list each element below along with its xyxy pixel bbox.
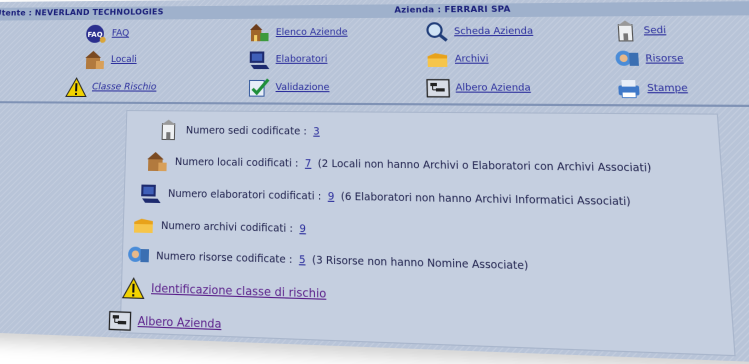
classe-rischio-link[interactable]: Identificazione classe di rischio [151,282,326,301]
summary-row-classe-rischio[interactable]: Identificazione classe di rischio [122,277,327,306]
computer-icon [248,49,271,70]
nav-item-elenco-aziende[interactable]: Elenco Aziende [248,22,348,43]
nav-menu: FAQ FAQ Elenco Aziende Scheda Azienda Se… [0,16,749,102]
summary-row-risorse: Numero risorse codificate : 5 (3 Risorse… [127,244,529,277]
nav-item-archivi[interactable]: Archivi [425,49,489,70]
folder-icon [425,49,449,70]
user-label: Utente : NEVERLAND TECHNOLOGIES [0,7,164,17]
nav-label: Albero Azienda [455,83,530,94]
nav-item-elaboratori[interactable]: Elaboratori [248,49,328,70]
company-label: Azienda : FERRARI SPA [394,4,510,14]
nav-label: Archivi [455,54,489,65]
separator [0,101,749,107]
building-icon [612,20,638,42]
magnifier-icon [425,22,449,43]
elaboratori-count-link[interactable]: 9 [328,190,335,202]
risorse-count-link[interactable]: 5 [299,254,306,266]
printer-icon [616,78,643,100]
sedi-count-link[interactable]: 3 [313,125,319,137]
svg-text:FAQ: FAQ [87,31,102,39]
summary-row-elaboratori: Numero elaboratori codificati : 9 (6 Ela… [139,182,631,213]
archivi-count-link[interactable]: 9 [299,223,306,235]
nav-item-faq[interactable]: FAQ FAQ [85,24,130,44]
nav-label: Sedi [643,26,666,37]
tree-icon [108,309,132,332]
nav-label: FAQ [112,29,130,39]
nav-item-classe-rischio[interactable]: Classe Rischio [65,77,157,98]
albero-azienda-link[interactable]: Albero Azienda [138,315,222,331]
nav-label: Scheda Azienda [454,26,533,37]
nav-label: Validazione [276,83,330,94]
check-icon [247,77,270,98]
summary-label: Numero elaboratori codificati : [168,188,321,203]
summary-panel: Numero sedi codificate : 3 Numero locali… [120,110,736,356]
summary-label: Numero archivi codificati : [161,220,293,235]
tree-icon [426,78,451,99]
nav-item-sedi[interactable]: Sedi [612,20,666,42]
summary-label: Numero locali codificati : [175,156,299,169]
nav-item-scheda-azienda[interactable]: Scheda Azienda [425,21,534,43]
locali-count-link[interactable]: 7 [305,158,311,170]
faq-icon: FAQ [85,24,107,44]
summary-row-archivi: Numero archivi codificati : 9 [132,214,306,240]
nav-label: Elaboratori [276,54,328,64]
room-icon [84,50,106,70]
nav-label: Stampe [647,83,688,94]
nav-item-albero-azienda[interactable]: Albero Azienda [426,78,531,100]
people-icon [614,48,640,70]
people-icon [127,244,150,266]
nav-item-locali[interactable]: Locali [84,50,137,70]
folder-icon [132,214,155,236]
nav-label: Elenco Aziende [276,27,348,38]
summary-note: (2 Locali non hanno Archivi o Elaborator… [318,158,652,175]
warning-icon [65,77,88,97]
companies-icon [248,23,271,44]
summary-label: Numero risorse codificate : [156,250,292,266]
summary-row-locali: Numero locali codificati : 7 (2 Locali n… [146,151,652,180]
main-panel: Utente : NEVERLAND TECHNOLOGIES Azienda … [0,0,749,364]
nav-label: Risorse [645,54,684,65]
nav-item-stampe[interactable]: Stampe [616,78,689,100]
summary-label: Numero sedi codificate : [186,124,307,137]
nav-item-validazione[interactable]: Validazione [247,77,329,98]
summary-note: (3 Risorse non hanno Nomine Associate) [312,254,529,272]
nav-label: Locali [111,55,137,65]
nav-item-risorse[interactable]: Risorse [614,48,684,70]
summary-note: (6 Elaboratori non hanno Archivi Informa… [341,191,631,208]
nav-label: Classe Rischio [92,82,157,92]
warning-icon [122,277,146,300]
building-icon [157,120,180,141]
screen: Utente : NEVERLAND TECHNOLOGIES Azienda … [0,0,749,334]
summary-row-sedi: Numero sedi codificate : 3 [157,120,320,143]
summary-row-albero[interactable]: Albero Azienda [108,309,221,335]
room-icon [146,151,169,172]
computer-icon [139,182,162,204]
